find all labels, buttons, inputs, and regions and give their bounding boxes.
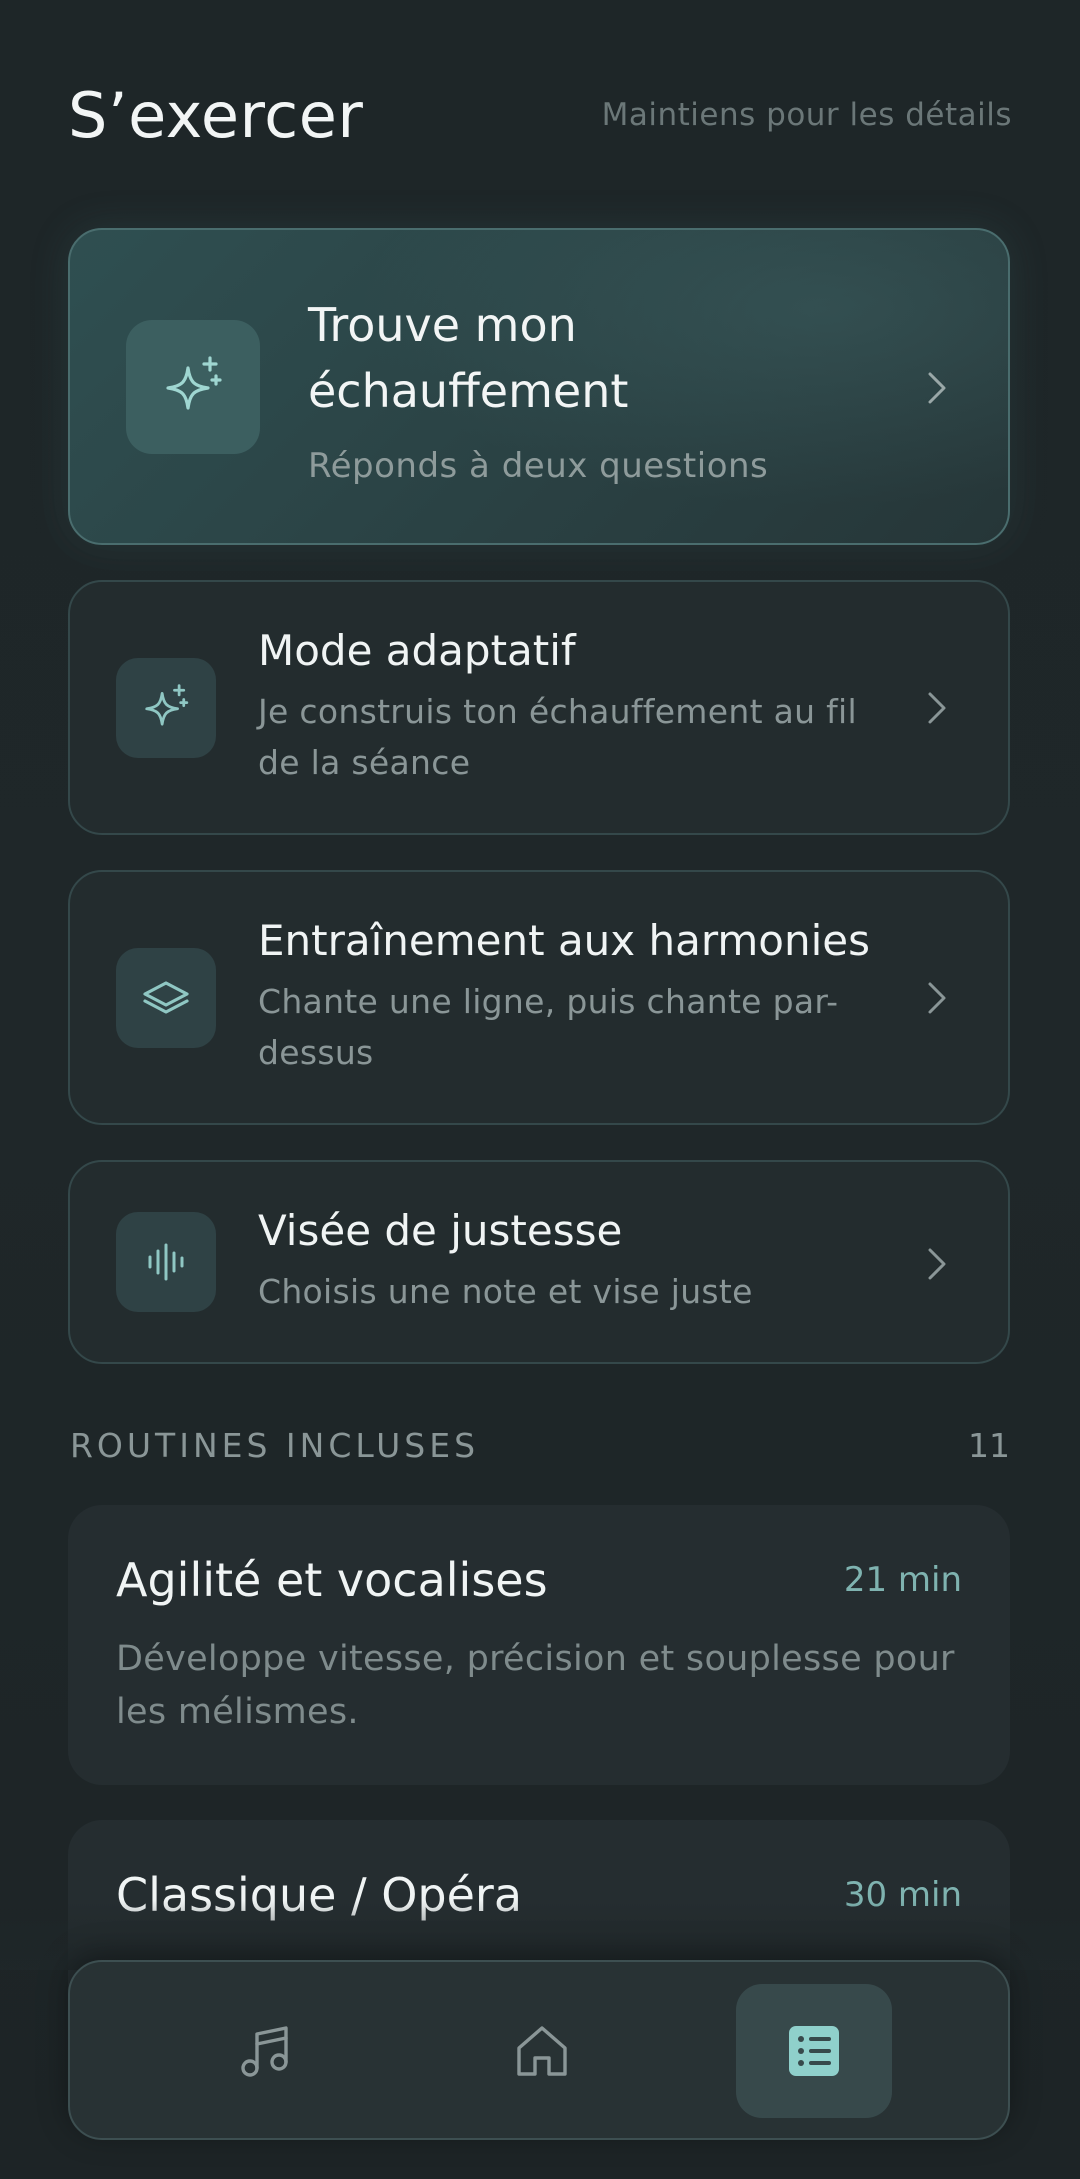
find-warmup-card[interactable]: Trouve mon échauffement Réponds à deux q… [68, 228, 1010, 545]
chevron-right-icon [928, 372, 946, 404]
chevron-right-icon [928, 1248, 946, 1280]
routine-description: Développe vitesse, précision et soupless… [116, 1639, 955, 1732]
card-title: Entraînement aux harmonies [258, 916, 871, 965]
header: S’exercer Maintiens pour les détails [68, 70, 1012, 160]
practice-screen: S’exercer Maintiens pour les détails Tro… [0, 0, 1080, 2179]
routines-count: 11 [968, 1425, 1010, 1465]
pitch-target-card[interactable]: Visée de justesse Choisis une note et vi… [68, 1160, 1010, 1364]
section-title: ROUTINES INCLUSES [70, 1425, 480, 1465]
music-note-icon [241, 2026, 288, 2077]
card-text: Mode adaptatif Je construis ton échauffe… [258, 622, 898, 788]
adaptive-mode-card[interactable]: Mode adaptatif Je construis ton échauffe… [68, 580, 1010, 835]
sparkles-icon [126, 320, 260, 454]
chevron-right-icon [928, 982, 946, 1014]
tab-home[interactable] [464, 1984, 620, 2118]
waveform-icon [116, 1212, 216, 1312]
list-icon [789, 2026, 839, 2076]
sparkles-icon [116, 658, 216, 758]
bottom-tab-bar [68, 1960, 1010, 2140]
page-title: S’exercer [68, 78, 364, 152]
header-hint: Maintiens pour les détails [601, 97, 1012, 133]
routine-title: Agilité et vocalises [116, 1553, 548, 1607]
chevron-right-icon [928, 692, 946, 724]
home-icon [517, 2026, 567, 2076]
harmony-training-card[interactable]: Entraînement aux harmonies Chante une li… [68, 870, 1010, 1125]
card-subtitle: Choisis une note et vise juste [258, 1272, 753, 1311]
card-text: Visée de justesse Choisis une note et vi… [258, 1202, 898, 1317]
tab-music[interactable] [188, 1984, 344, 2118]
card-text: Entraînement aux harmonies Chante une li… [258, 912, 898, 1078]
tab-routines[interactable] [736, 1984, 892, 2118]
routine-card[interactable]: Agilité et vocalises 21 min Développe vi… [68, 1505, 1010, 1785]
card-subtitle: Chante une ligne, puis chante par-dessus [258, 982, 839, 1072]
routine-header: Agilité et vocalises 21 min [116, 1553, 962, 1607]
card-subtitle: Réponds à deux questions [308, 446, 769, 486]
card-subtitle: Je construis ton échauffement au fil de … [258, 692, 857, 782]
card-title: Trouve mon échauffement [308, 298, 629, 418]
layers-icon [116, 948, 216, 1048]
routines-section-header: ROUTINES INCLUSES 11 [70, 1420, 1010, 1470]
card-title: Visée de justesse [258, 1206, 623, 1255]
routine-duration: 21 min [843, 1560, 962, 1600]
hero-text: Trouve mon échauffement Réponds à deux q… [308, 292, 898, 486]
card-title: Mode adaptatif [258, 626, 576, 675]
